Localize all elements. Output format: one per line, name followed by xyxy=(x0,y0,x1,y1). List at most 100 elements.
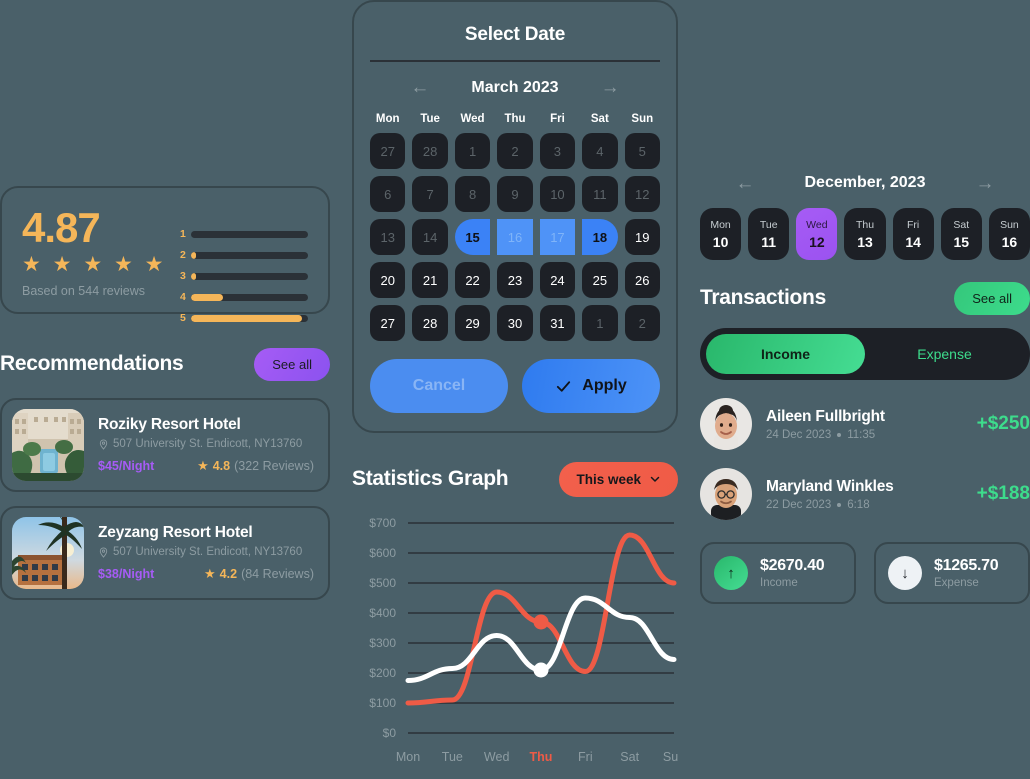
arrow-right-icon[interactable]: → xyxy=(975,174,994,193)
calendar-day-cell[interactable]: 2 xyxy=(497,133,533,169)
week-day-pill[interactable]: Sat 15 xyxy=(940,208,982,260)
toggle-income-button[interactable]: Income xyxy=(706,334,865,374)
rating-distribution-bars: 1 2 3 4 5 xyxy=(180,206,308,324)
calendar-day-grid[interactable]: 27 28 1 2 3 4 5 6 7 8 9 10 11 12 13 14 15 16 17 18 19 20 21 22 2… xyxy=(370,133,660,341)
calendar-day-cell[interactable]: 6 xyxy=(370,176,406,212)
hotel-card[interactable]: Zeyzang Resort Hotel 507 University St. E… xyxy=(0,506,330,600)
calendar-day-cell[interactable]: 27 xyxy=(370,133,406,169)
week-month-label: December, 2023 xyxy=(804,174,926,191)
rating-bar-label: 1 xyxy=(180,228,186,240)
week-day-name: Fri xyxy=(907,218,920,231)
summary-card-expense[interactable]: ↓ $1265.70 Expense xyxy=(874,542,1030,604)
arrow-right-icon[interactable]: → xyxy=(601,78,620,97)
calendar-day-cell[interactable]: 22 xyxy=(454,262,491,298)
transactions-see-all-button[interactable]: See all xyxy=(954,281,1030,315)
chart-y-tick-label: $300 xyxy=(369,636,396,650)
arrow-left-icon[interactable]: ← xyxy=(410,78,429,97)
calendar-day-cell[interactable]: 28 xyxy=(412,133,448,169)
calendar-day-cell[interactable]: 8 xyxy=(454,176,491,212)
calendar-day-cell[interactable]: 29 xyxy=(454,305,491,341)
location-pin-icon xyxy=(99,547,108,558)
summary-card-income[interactable]: ↑ $2670.40 Income xyxy=(700,542,856,604)
cancel-button[interactable]: Cancel xyxy=(370,359,508,413)
week-day-pill[interactable]: Sun 16 xyxy=(988,208,1030,260)
week-day-pill[interactable]: Mon 10 xyxy=(700,208,742,260)
calendar-day-cell[interactable]: 5 xyxy=(624,133,660,169)
week-day-pill[interactable]: Fri 14 xyxy=(892,208,934,260)
week-day-name: Sun xyxy=(1000,218,1019,231)
calendar-day-cell[interactable]: 16 xyxy=(497,219,533,255)
apply-button[interactable]: Apply xyxy=(522,359,660,413)
week-day-number: 11 xyxy=(761,233,777,250)
week-day-name: Thu xyxy=(855,218,875,231)
calendar-day-cell[interactable]: 1 xyxy=(454,133,491,169)
chart-y-tick-label: $500 xyxy=(369,576,396,590)
rating-bar-track xyxy=(191,251,308,259)
calendar-day-cell[interactable]: 10 xyxy=(539,176,576,212)
rating-summary-card: 4.87 ★ ★ ★ ★ ★ Based on 544 reviews 1 2 3 4… xyxy=(0,186,330,324)
hotel-meta: $45/Night ★ 4.8 (322 Reviews) xyxy=(98,458,314,474)
calendar-day-cell[interactable]: 19 xyxy=(624,219,660,255)
calendar-day-cell[interactable]: 3 xyxy=(539,133,576,169)
calendar-day-cell[interactable]: 28 xyxy=(412,305,448,341)
calendar-day-cell[interactable]: 17 xyxy=(539,219,576,255)
week-day-number: 12 xyxy=(809,233,825,250)
calendar-day-cell[interactable]: 11 xyxy=(582,176,618,212)
hotel-meta: $38/Night ★ 4.2 (84 Reviews) xyxy=(98,566,314,582)
calendar-day-cell[interactable]: 12 xyxy=(624,176,660,212)
summary-amount: $2670.40 xyxy=(760,557,825,574)
transactions-title: Transactions xyxy=(700,286,826,309)
chart-x-tick-label: Tue xyxy=(442,750,463,764)
hotel-price: $45/Night xyxy=(98,459,155,474)
week-day-pill[interactable]: Wed 12 xyxy=(796,208,838,260)
calendar-day-name: Sat xyxy=(590,113,609,125)
calendar-day-name: Sun xyxy=(631,113,654,125)
summary-label: Expense xyxy=(934,577,979,589)
calendar-day-cell[interactable]: 2 xyxy=(624,305,660,341)
chart-marker-primary[interactable] xyxy=(533,614,549,630)
calendar-day-cell[interactable]: 26 xyxy=(624,262,660,298)
transaction-amount: +$250 xyxy=(976,413,1030,434)
week-day-number: 16 xyxy=(1001,233,1018,250)
week-day-pill[interactable]: Tue 11 xyxy=(748,208,790,260)
calendar-day-cell[interactable]: 13 xyxy=(370,219,406,255)
hotel-review-count: (84 Reviews) xyxy=(241,567,314,582)
calendar-day-cell[interactable]: 31 xyxy=(539,305,576,341)
chart-marker-secondary[interactable] xyxy=(533,662,549,678)
calendar-day-cell[interactable]: 18 xyxy=(582,219,618,255)
calendar-day-cell[interactable]: 24 xyxy=(539,262,576,298)
center-column: Select Date ← March 2023 → Mon Tue Wed Thu F… xyxy=(352,0,678,773)
calendar-day-cell[interactable]: 25 xyxy=(582,262,618,298)
chart-x-tick-label: Mon xyxy=(396,750,420,764)
calendar-day-cell[interactable]: 20 xyxy=(370,262,406,298)
chart-y-tick-label: $100 xyxy=(369,696,396,710)
avatar xyxy=(700,398,752,450)
calendar-day-cell[interactable]: 1 xyxy=(582,305,618,341)
recommendations-header: Recommendations See all xyxy=(0,344,330,384)
calendar-day-cell[interactable]: 23 xyxy=(497,262,533,298)
calendar-day-name: Thu xyxy=(504,113,526,125)
calendar-day-cell[interactable]: 7 xyxy=(412,176,448,212)
hotel-address: 507 University St. Endicott, NY13760 xyxy=(98,546,314,558)
hotel-name: Zeyzang Resort Hotel xyxy=(98,523,253,541)
statistics-period-select[interactable]: This week xyxy=(559,461,678,497)
transaction-row[interactable]: Aileen Fullbright 24 Dec 2023 11:35 +$250 xyxy=(700,398,1030,450)
week-day-pill[interactable]: Thu 13 xyxy=(844,208,886,260)
statistics-title: Statistics Graph xyxy=(352,467,509,490)
calendar-day-cell[interactable]: 14 xyxy=(412,219,448,255)
calendar-day-cell[interactable]: 30 xyxy=(497,305,533,341)
statistics-section: Statistics Graph This week $0 $100 $200 $30… xyxy=(352,459,678,773)
calendar-day-cell[interactable]: 27 xyxy=(370,305,406,341)
calendar-day-cell[interactable]: 15 xyxy=(454,219,491,255)
calendar-day-cell[interactable]: 21 xyxy=(412,262,448,298)
transaction-row[interactable]: Maryland Winkles 22 Dec 2023 6:18 +$188 xyxy=(700,468,1030,520)
chart-y-tick-label: $0 xyxy=(383,726,397,740)
arrow-left-icon[interactable]: ← xyxy=(736,174,755,193)
calendar-day-cell[interactable]: 9 xyxy=(497,176,533,212)
calendar-day-cell[interactable]: 4 xyxy=(582,133,618,169)
recommendations-title: Recommendations xyxy=(0,352,184,375)
hotel-card[interactable]: Roziky Resort Hotel 507 University St. En… xyxy=(0,398,330,492)
recommendations-see-all-button[interactable]: See all xyxy=(254,347,330,381)
week-day-strip[interactable]: Mon 10 Tue 11 Wed 12 Thu 13 Fri 14 Sat 15 Sun 16 xyxy=(700,208,1030,260)
toggle-expense-button[interactable]: Expense xyxy=(865,334,1024,374)
